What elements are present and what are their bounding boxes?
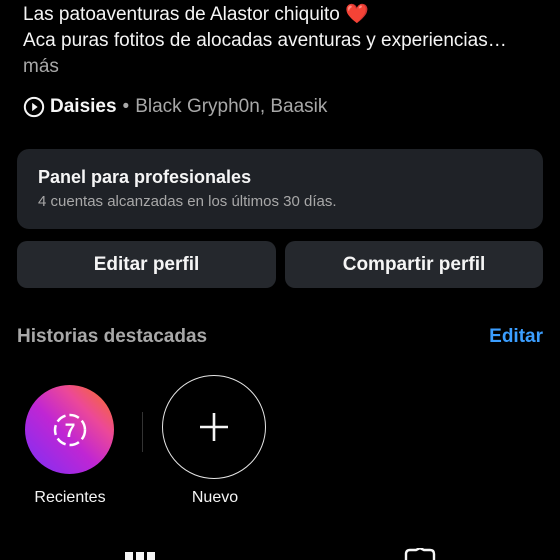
profile-music[interactable]: Daisies • Black Gryph0n, Baasik: [23, 96, 327, 118]
pro-panel-subtitle: 4 cuentas alcanzadas en los últimos 30 d…: [38, 193, 337, 210]
pro-panel-title: Panel para profesionales: [38, 167, 252, 187]
highlight-new-label: Nuevo: [191, 489, 239, 506]
bio-text: Las patoaventuras de Alastor chiquito: [23, 4, 340, 25]
highlight-new[interactable]: [162, 375, 266, 479]
highlights-title: Historias destacadas: [17, 326, 208, 347]
heart-emoji: ❤️: [345, 4, 369, 25]
highlight-recent[interactable]: 7: [25, 385, 114, 474]
music-artists: Black Gryph0n, Baasik: [135, 96, 328, 117]
recent-days-icon: 7: [53, 413, 86, 446]
grid-icon[interactable]: [125, 550, 155, 560]
edit-profile-button[interactable]: Editar perfil: [17, 241, 276, 288]
highlight-recent-label: Recientes: [34, 489, 106, 506]
bio-line-1: Las patoaventuras de Alastor chiquito ❤️: [23, 2, 369, 26]
highlights-edit-link[interactable]: Editar: [489, 326, 543, 348]
music-song-title: Daisies: [50, 96, 117, 117]
bio-line-2: Aca puras fotitos de alocadas aventuras …: [23, 30, 507, 51]
music-separator: •: [122, 96, 130, 117]
recent-badge: 7: [64, 421, 75, 442]
play-circle-icon: [23, 96, 45, 118]
professional-dashboard[interactable]: Panel para profesionales 4 cuentas alcan…: [17, 149, 543, 229]
more-link[interactable]: más: [23, 56, 59, 78]
plus-icon: [200, 413, 228, 441]
tagged-icon[interactable]: [404, 548, 436, 560]
highlights-divider: [142, 412, 143, 452]
share-profile-button[interactable]: Compartir perfil: [285, 241, 543, 288]
